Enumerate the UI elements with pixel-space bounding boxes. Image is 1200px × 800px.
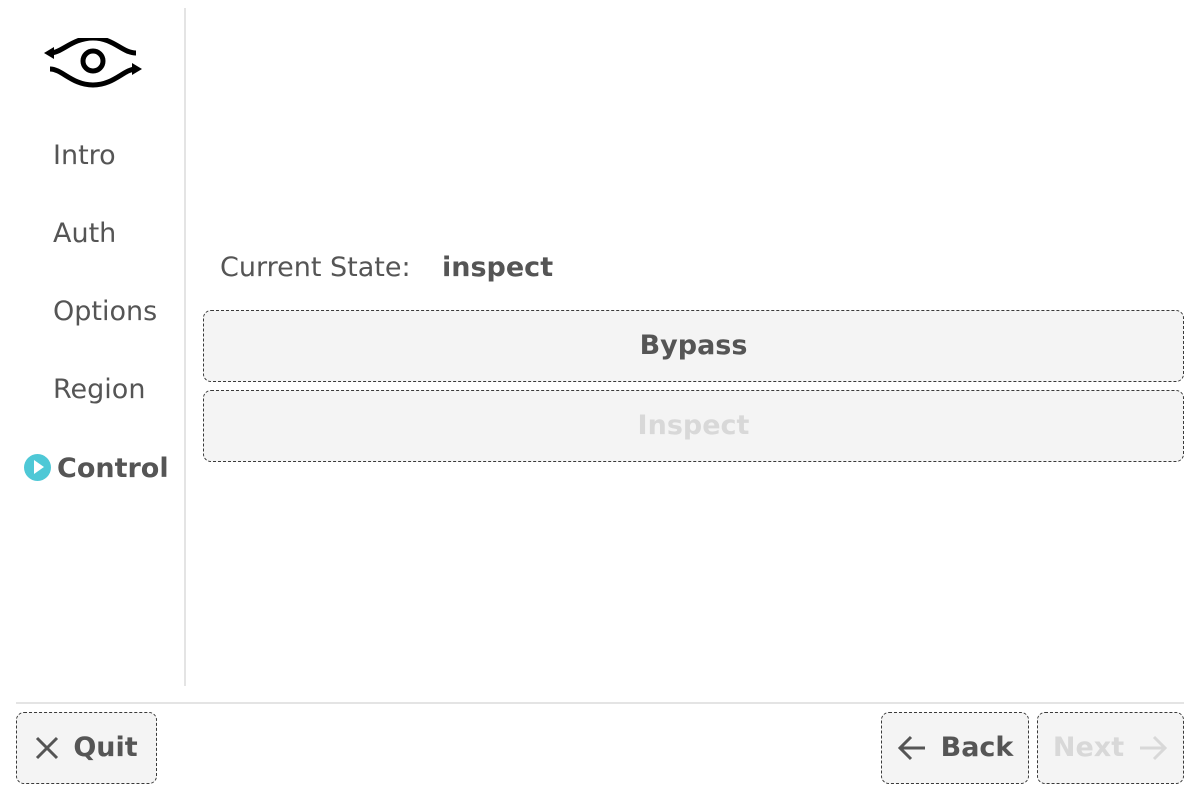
eye-arrows-logo-icon	[42, 35, 144, 98]
quit-button[interactable]: Quit	[16, 712, 157, 784]
close-icon	[35, 736, 59, 760]
quit-label: Quit	[73, 732, 138, 763]
installer-window: Intro Auth Options Region Control Curren…	[0, 0, 1200, 800]
sidebar-item-intro[interactable]: Intro	[53, 139, 116, 173]
inspect-button[interactable]: Inspect	[203, 390, 1184, 462]
back-label: Back	[940, 732, 1014, 763]
current-state-label: Current State:	[220, 252, 411, 283]
sidebar-item-label: Control	[57, 453, 169, 484]
current-state-row: Current State: inspect	[220, 250, 553, 286]
arrow-left-icon	[897, 735, 927, 761]
sidebar-item-auth[interactable]: Auth	[53, 217, 116, 251]
play-circle-icon	[24, 454, 51, 481]
back-button[interactable]: Back	[881, 712, 1029, 784]
sidebar: Intro Auth Options Region Control	[0, 8, 186, 686]
arrow-right-icon	[1138, 735, 1168, 761]
next-label: Next	[1052, 732, 1125, 763]
bypass-button[interactable]: Bypass	[203, 310, 1184, 382]
current-state-value: inspect	[442, 252, 554, 283]
sidebar-item-control[interactable]: Control	[24, 452, 169, 486]
sidebar-item-region[interactable]: Region	[53, 373, 145, 407]
next-button[interactable]: Next	[1037, 712, 1184, 784]
sidebar-item-options[interactable]: Options	[53, 295, 157, 329]
footer-divider	[16, 702, 1184, 704]
